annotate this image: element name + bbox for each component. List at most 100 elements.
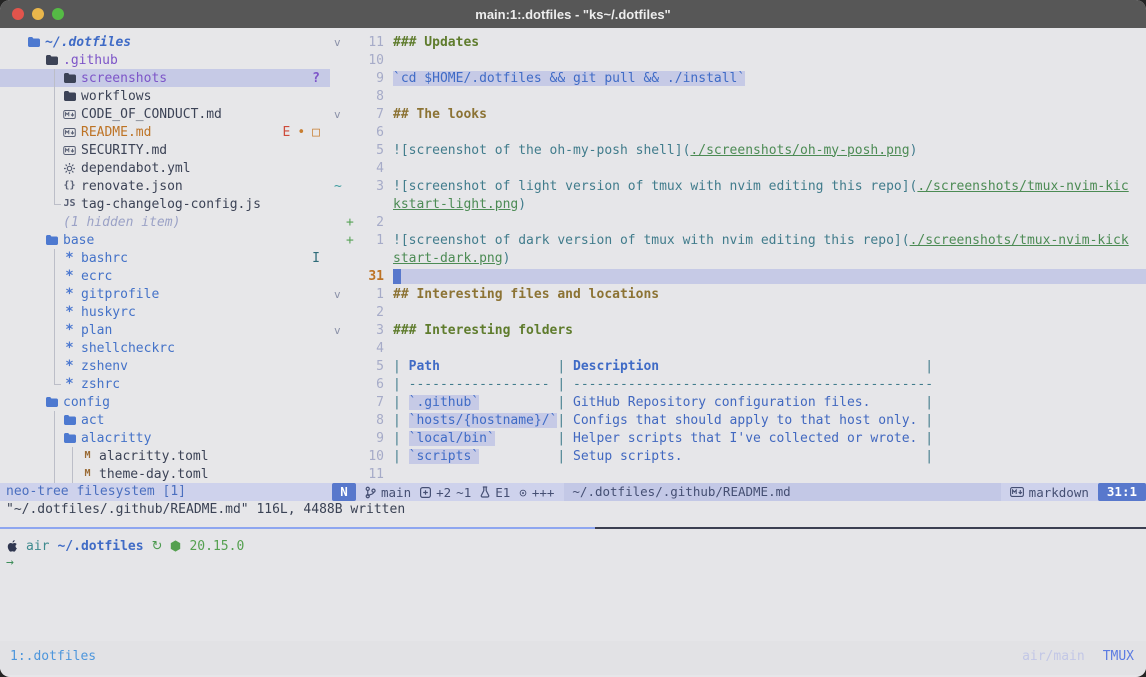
- editor-line[interactable]: ~3![screenshot of light version of tmux …: [330, 177, 1146, 195]
- tree-item-shellcheckrc[interactable]: *shellcheckrc: [0, 339, 330, 357]
- tree-item-alacritty[interactable]: alacritty: [0, 429, 330, 447]
- tmux-pane-divider[interactable]: [0, 527, 1146, 529]
- editor-line[interactable]: 10| `scripts`| Setup scripts.|: [330, 447, 1146, 465]
- editor-line[interactable]: v7## The looks: [330, 105, 1146, 123]
- editor-line[interactable]: 6: [330, 123, 1146, 141]
- tree-guide: [54, 123, 55, 141]
- tree-item-label: .github: [63, 53, 118, 68]
- tree-item-screenshots[interactable]: screenshots?: [0, 69, 330, 87]
- editor-line[interactable]: 5![screenshot of the oh-my-posh shell](.…: [330, 141, 1146, 159]
- tree-item-base[interactable]: base: [0, 231, 330, 249]
- text-segment: |: [393, 449, 409, 464]
- tree-item-theme-day-toml[interactable]: Mtheme-day.toml: [0, 465, 330, 483]
- tree-item-config[interactable]: config: [0, 393, 330, 411]
- tree-item-dotfiles[interactable]: ~/.dotfiles: [0, 33, 330, 51]
- editor-line[interactable]: v1## Interesting files and locations: [330, 285, 1146, 303]
- fold-chevron-icon: v: [330, 108, 346, 121]
- tree-item-alacritty-toml[interactable]: Malacritty.toml: [0, 447, 330, 465]
- editor-line[interactable]: 2: [330, 303, 1146, 321]
- gitsign-changed: ~: [330, 179, 346, 194]
- tree-item-label: CODE_OF_CONDUCT.md: [81, 107, 222, 122]
- text-segment: Description: [573, 359, 659, 374]
- tmux-window-item[interactable]: 1:.dotfiles: [10, 649, 96, 664]
- git-branch-group: main: [365, 485, 411, 500]
- tree-guide: [54, 249, 55, 267]
- tree-item-zshrc[interactable]: *zshrc: [0, 375, 330, 393]
- editor-line[interactable]: +2: [330, 213, 1146, 231]
- tree-item-readme-md[interactable]: README.mdE•□: [0, 123, 330, 141]
- table-cell: Description: [573, 359, 925, 374]
- line-text: ### Interesting folders: [393, 323, 1146, 338]
- line-number: 11: [358, 467, 384, 482]
- line-number: 4: [358, 341, 384, 356]
- markdown-link: ./screenshots/tmux-nvim-kic: [917, 179, 1128, 194]
- editor-line[interactable]: 4: [330, 159, 1146, 177]
- tree-item-dependabot-yml[interactable]: dependabot.yml: [0, 159, 330, 177]
- editor-line[interactable]: 9`cd $HOME/.dotfiles && git pull && ./in…: [330, 69, 1146, 87]
- editor-line[interactable]: 5| Path| Description|: [330, 357, 1146, 375]
- prompt-arrow: →: [0, 555, 1146, 573]
- tree-item-zshenv[interactable]: *zshenv: [0, 357, 330, 375]
- line-text: [393, 269, 1146, 284]
- text-segment: `scripts`: [409, 449, 479, 464]
- tree-item-workflows[interactable]: workflows: [0, 87, 330, 105]
- editor-pane[interactable]: v11### Updates109`cd $HOME/.dotfiles && …: [330, 28, 1146, 501]
- tree-item-plan[interactable]: *plan: [0, 321, 330, 339]
- editor-line[interactable]: 7| `.github`| GitHub Repository configur…: [330, 393, 1146, 411]
- editor-line[interactable]: 11: [330, 465, 1146, 483]
- star-icon: *: [63, 323, 76, 337]
- tmux-session-name: air/main: [1022, 649, 1085, 664]
- tree-item-label: zshrc: [81, 377, 120, 392]
- table-cell: `hosts/{hostname}/`: [409, 413, 558, 428]
- tree-item-renovate-json[interactable]: {}renovate.json: [0, 177, 330, 195]
- tree-guide: [54, 195, 55, 204]
- tree-item-github[interactable]: .github: [0, 51, 330, 69]
- editor-line[interactable]: 31: [330, 267, 1146, 285]
- line-text: `cd $HOME/.dotfiles && git pull && ./ins…: [393, 71, 1146, 86]
- mtoml-icon: M: [81, 469, 94, 479]
- gear-icon: [63, 163, 76, 174]
- tree-item-code-of-conduct-md[interactable]: CODE_OF_CONDUCT.md: [0, 105, 330, 123]
- editor-line[interactable]: v11### Updates: [330, 33, 1146, 51]
- tree-item-huskyrc[interactable]: *huskyrc: [0, 303, 330, 321]
- editor-line[interactable]: +1![screenshot of dark version of tmux w…: [330, 231, 1146, 249]
- line-number: 7: [358, 395, 384, 410]
- editor-line[interactable]: 8: [330, 87, 1146, 105]
- window-controls: [12, 8, 64, 20]
- star-icon: *: [63, 269, 76, 283]
- editor-line[interactable]: 8| `hosts/{hostname}/`| Configs that sho…: [330, 411, 1146, 429]
- tree-item-tag-changelog-config-js[interactable]: JStag-changelog-config.js: [0, 195, 330, 213]
- line-text: | ------------------ | -----------------…: [393, 377, 1146, 392]
- tree-item-ecrc[interactable]: *ecrc: [0, 267, 330, 285]
- terminal-window: main:1:.dotfiles - "ks~/.dotfiles" ~/.do…: [0, 0, 1146, 677]
- editor-line[interactable]: 9| `local/bin`| Helper scripts that I've…: [330, 429, 1146, 447]
- text-segment: Configs that should apply to that host o…: [573, 413, 917, 428]
- text-segment: `cd $HOME/.dotfiles && git pull && ./ins…: [393, 71, 745, 86]
- tree-item-act[interactable]: act: [0, 411, 330, 429]
- tree-item-label: tag-changelog-config.js: [81, 197, 261, 212]
- editor-line[interactable]: 10: [330, 51, 1146, 69]
- tree-item-security-md[interactable]: SECURITY.md: [0, 141, 330, 159]
- shell-pane[interactable]: air ~/.dotfiles ↻ 20.15.0 → 1:.dotfiles …: [0, 529, 1146, 675]
- tree-item-bashrc[interactable]: *bashrcI: [0, 249, 330, 267]
- editor-line[interactable]: 6| ------------------ | ----------------…: [330, 375, 1146, 393]
- zoom-button[interactable]: [52, 8, 64, 20]
- status-badge: □: [312, 125, 320, 140]
- tree-item-gitprofile[interactable]: *gitprofile: [0, 285, 330, 303]
- tree-item-label: ~/.dotfiles: [45, 35, 131, 50]
- editor-line[interactable]: start-dark.png): [330, 249, 1146, 267]
- statusline-filepath: ~/.dotfiles/.github/README.md: [564, 483, 1000, 501]
- tree-item-1-hidden-item[interactable]: (1 hidden item): [0, 213, 330, 231]
- editor-line[interactable]: 4: [330, 339, 1146, 357]
- mdfile-icon: [63, 146, 76, 155]
- editor-lines: v11### Updates109`cd $HOME/.dotfiles && …: [330, 28, 1146, 483]
- text-segment: |: [557, 431, 573, 446]
- fold-chevron-icon: v: [330, 288, 346, 301]
- editor-line[interactable]: kstart-light.png): [330, 195, 1146, 213]
- line-number: 9: [358, 431, 384, 446]
- close-button[interactable]: [12, 8, 24, 20]
- pane-divider-active: [0, 527, 595, 529]
- editor-line[interactable]: v3### Interesting folders: [330, 321, 1146, 339]
- text-segment: |: [925, 413, 933, 428]
- minimize-button[interactable]: [32, 8, 44, 20]
